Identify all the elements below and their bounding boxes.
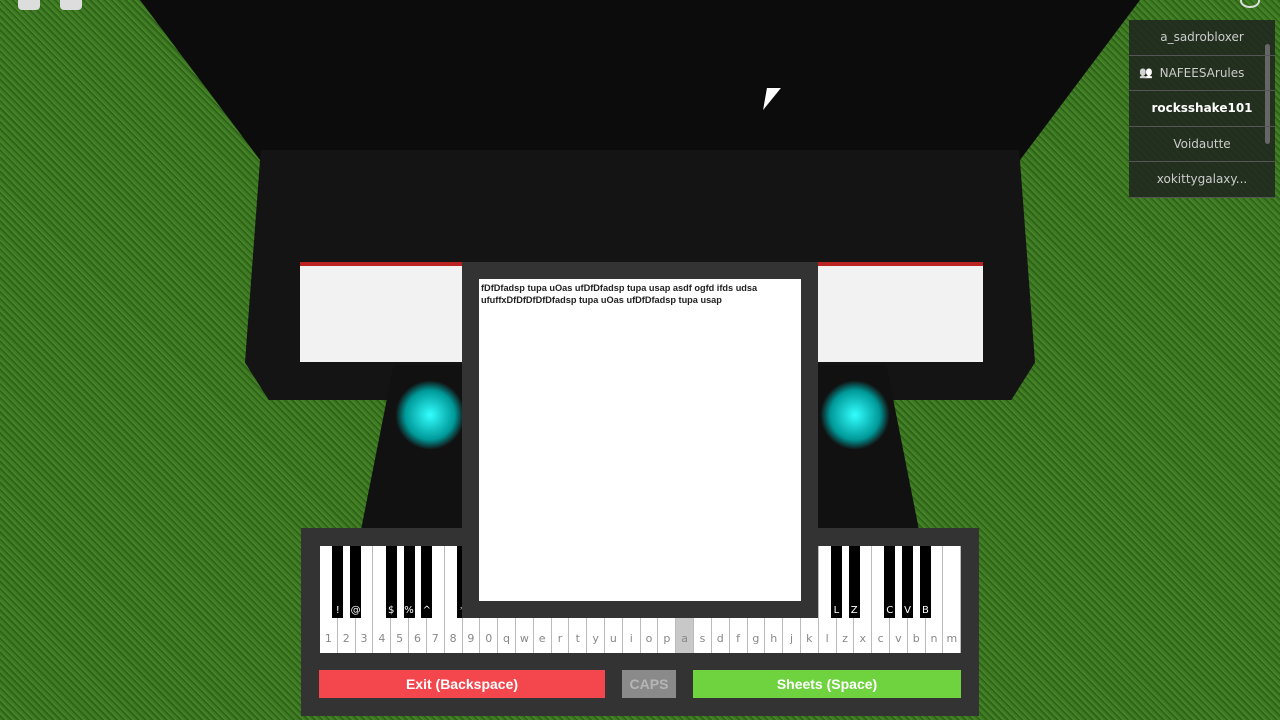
- black-key[interactable]: C: [884, 546, 896, 618]
- caps-button[interactable]: CAPS: [622, 670, 676, 698]
- black-key[interactable]: %: [403, 546, 415, 618]
- black-key[interactable]: @: [350, 546, 362, 618]
- piano-lid: [140, 0, 1140, 160]
- white-key[interactable]: m: [943, 546, 962, 653]
- black-key[interactable]: L: [830, 546, 842, 618]
- exit-button[interactable]: Exit (Backspace): [319, 670, 605, 698]
- player-row[interactable]: 👥 NAFEESArules: [1129, 56, 1275, 91]
- black-key[interactable]: $: [385, 546, 397, 618]
- more-icon[interactable]: [1240, 0, 1260, 8]
- sheet-text: fDfDfadsp tupa uOas ufDfDfadsp tupa usap…: [479, 279, 801, 601]
- sheet-panel: fDfDfadsp tupa uOas ufDfDfadsp tupa usap…: [462, 262, 818, 618]
- roblox-menu-icon[interactable]: [18, 0, 40, 10]
- piano-keys-left: [300, 262, 465, 362]
- glow-effect: [395, 380, 465, 450]
- chat-icon[interactable]: [60, 0, 82, 10]
- black-key[interactable]: B: [919, 546, 931, 618]
- player-list: a_sadrobloxer 👥 NAFEESArules rocksshake101 V…: [1129, 20, 1275, 198]
- black-key[interactable]: !: [332, 546, 344, 618]
- player-name: a_sadrobloxer: [1160, 30, 1244, 45]
- black-key[interactable]: ^: [421, 546, 433, 618]
- player-name: Voidautte: [1173, 136, 1231, 151]
- player-name: NAFEESArules: [1159, 65, 1245, 80]
- piano-keys-right: [818, 262, 983, 362]
- player-row[interactable]: xokittygalaxy...: [1129, 162, 1275, 198]
- black-key[interactable]: Z: [848, 546, 860, 618]
- player-name: xokittygalaxy...: [1156, 172, 1248, 187]
- glow-effect: [820, 380, 890, 450]
- player-row[interactable]: Voidautte: [1129, 127, 1275, 162]
- friends-icon: 👥: [1139, 66, 1153, 80]
- black-key[interactable]: V: [902, 546, 914, 618]
- player-row[interactable]: rocksshake101: [1129, 91, 1275, 127]
- sheets-button[interactable]: Sheets (Space): [693, 670, 961, 698]
- player-name: rocksshake101: [1151, 101, 1253, 116]
- player-row[interactable]: a_sadrobloxer: [1129, 20, 1275, 56]
